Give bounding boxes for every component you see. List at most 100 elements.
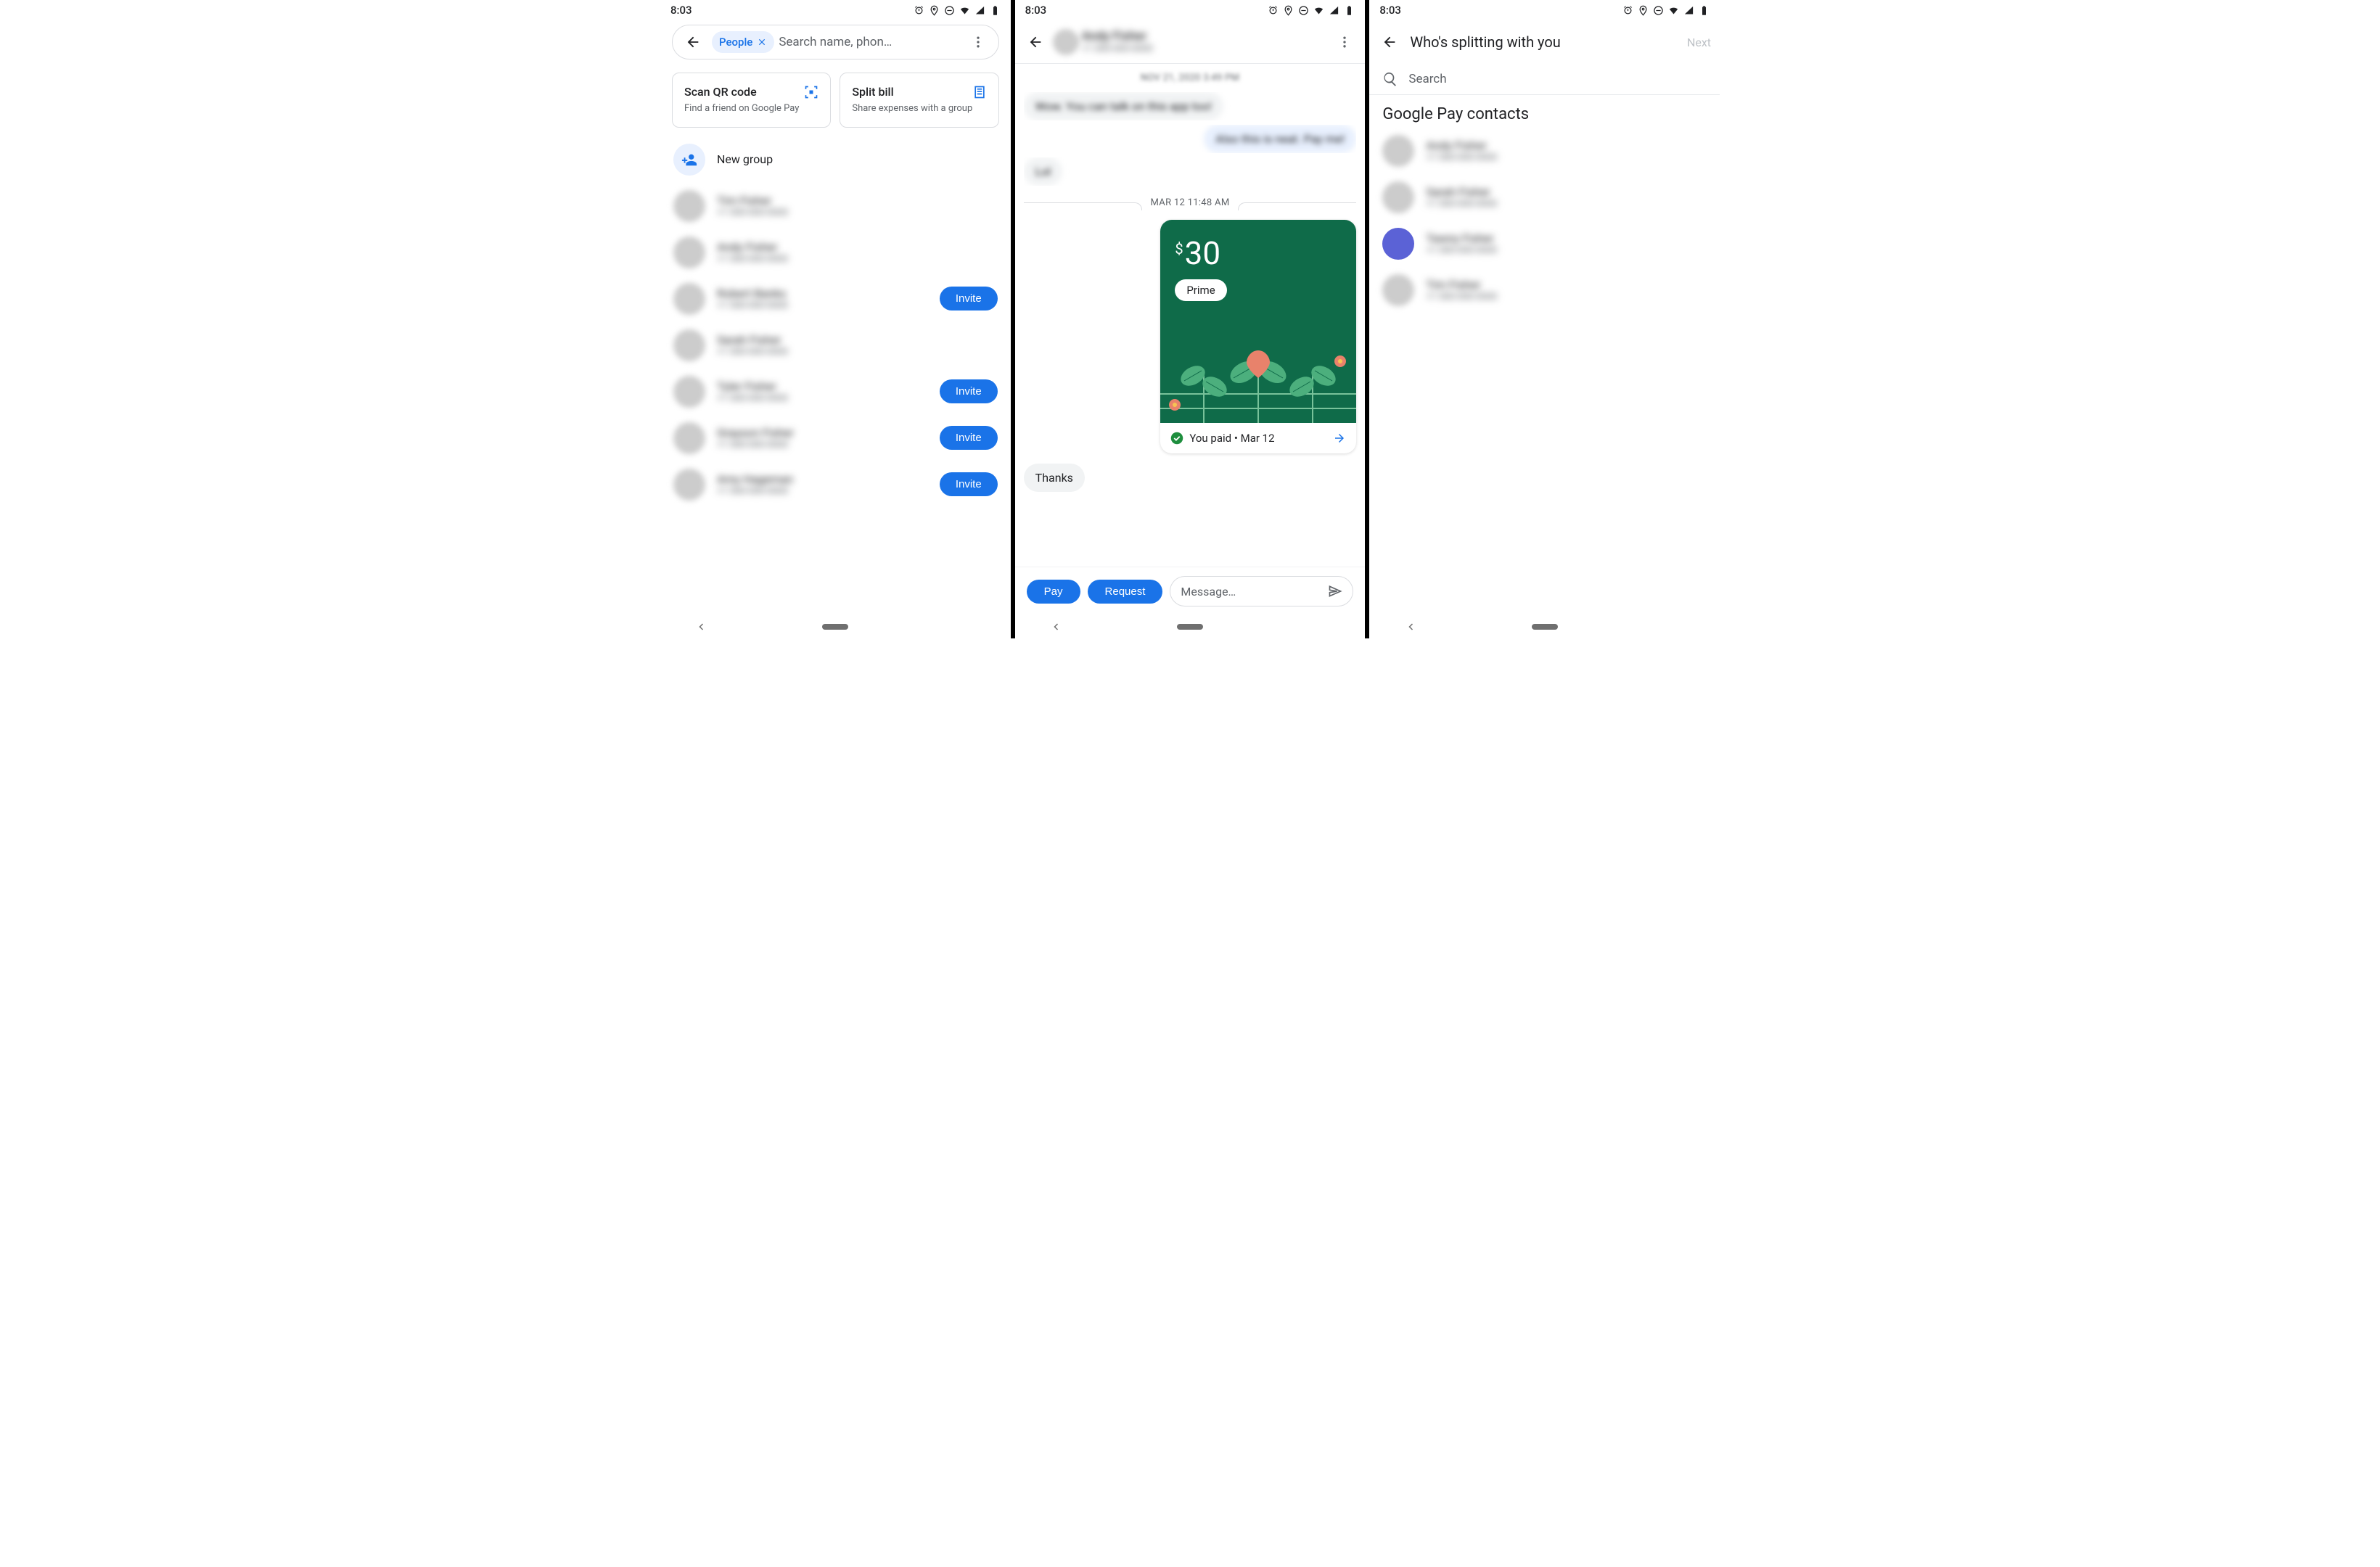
contact-name: Amy Hageman xyxy=(717,472,928,486)
garden-illustration xyxy=(1160,321,1356,423)
location-icon xyxy=(1283,5,1294,16)
close-icon[interactable] xyxy=(757,37,767,47)
contact-name: Andy Fisher xyxy=(1426,139,1707,152)
message-input[interactable]: Message… xyxy=(1170,576,1353,606)
contact-sub: +1 000-000-0000 xyxy=(717,300,928,311)
check-circle-icon xyxy=(1170,432,1183,445)
alarm-icon xyxy=(914,5,924,16)
contact-avatar xyxy=(673,283,705,315)
overflow-button[interactable] xyxy=(964,28,993,57)
next-button[interactable]: Next xyxy=(1687,36,1711,49)
contact-avatar xyxy=(673,422,705,454)
incoming-message[interactable]: Wow. You can talk on this app too! xyxy=(1024,92,1223,120)
request-button[interactable]: Request xyxy=(1088,580,1163,604)
invite-button[interactable]: Invite xyxy=(940,287,998,310)
people-chip[interactable]: People xyxy=(712,31,774,53)
contact-avatar xyxy=(673,237,705,268)
contact-sub: +1 000-000-0000 xyxy=(1426,292,1707,303)
cell-icon xyxy=(1683,5,1694,16)
back-button[interactable] xyxy=(678,28,707,57)
dnd-icon xyxy=(1298,5,1309,16)
status-time: 8:03 xyxy=(1025,4,1047,17)
back-button[interactable] xyxy=(1378,28,1401,57)
android-nav-bar xyxy=(1015,615,1366,638)
nav-home-pill[interactable] xyxy=(822,624,848,630)
chat-app-bar: Andy Fisher +1 000-000-0000 xyxy=(1015,20,1366,64)
nav-home-pill[interactable] xyxy=(1532,624,1558,630)
android-nav-bar xyxy=(660,615,1011,638)
cell-icon xyxy=(1329,5,1339,16)
scan-qr-card[interactable]: Scan QR code Find a friend on Google Pay xyxy=(672,73,831,128)
nav-back-icon[interactable] xyxy=(697,622,706,631)
battery-icon xyxy=(990,5,1001,16)
battery-icon xyxy=(1699,5,1710,16)
payment-status-text: You paid • Mar 12 xyxy=(1189,432,1274,445)
receipt-icon xyxy=(972,85,987,99)
contact-avatar xyxy=(1382,135,1414,167)
add-group-icon xyxy=(681,152,697,168)
status-time: 8:03 xyxy=(670,4,692,17)
payment-card[interactable]: $30 Prime xyxy=(1160,220,1356,453)
contact-sub: +1 000-000-0000 xyxy=(1426,152,1707,163)
chat-prev-date: NOV 21, 2020 3:49 PM xyxy=(1024,73,1357,83)
nav-home-pill[interactable] xyxy=(1177,624,1203,630)
contact-sub: +1 000-000-0000 xyxy=(717,207,998,218)
gp-contact-row[interactable]: Tim Fisher+1 000-000-0000 xyxy=(1369,267,1720,313)
invite-button[interactable]: Invite xyxy=(940,472,998,496)
split-bill-card[interactable]: Split bill Share expenses with a group xyxy=(840,73,998,128)
location-icon xyxy=(1638,5,1649,16)
android-nav-bar xyxy=(1369,615,1720,638)
contact-name: Sarah Fisher xyxy=(1426,185,1707,199)
contact-avatar[interactable] xyxy=(1053,29,1079,55)
contact-avatar xyxy=(673,469,705,501)
gp-contact-row[interactable]: Sarah Fisher+1 000-000-0000 xyxy=(1369,174,1720,221)
wifi-icon xyxy=(1668,5,1679,16)
gp-contact-row[interactable]: Tawny Fisher+1 000-000-0000 xyxy=(1369,221,1720,267)
incoming-message[interactable]: Lol xyxy=(1024,157,1063,186)
contact-avatar xyxy=(673,376,705,408)
alarm-icon xyxy=(1268,5,1279,16)
contact-row[interactable]: Sarah Fisher+1 000-000-0000 xyxy=(660,322,1011,369)
contact-sub: +1 000-000-0000 xyxy=(1082,44,1328,54)
suggestion-chip[interactable]: Thanks xyxy=(1024,464,1085,492)
dnd-icon xyxy=(944,5,955,16)
contact-row[interactable]: Tyler Fisher+1 000-000-0000 Invite xyxy=(660,369,1011,415)
contact-name: Tyler Fisher xyxy=(717,379,928,393)
pay-button[interactable]: Pay xyxy=(1027,580,1080,604)
nav-back-icon[interactable] xyxy=(1407,622,1416,631)
contact-row[interactable]: Andy Fisher+1 000-000-0000 xyxy=(660,229,1011,276)
contact-avatar xyxy=(1382,181,1414,213)
invite-button[interactable]: Invite xyxy=(940,426,998,450)
dnd-icon xyxy=(1653,5,1664,16)
screen-chat: 8:03 Andy Fisher +1 000-000-0000 xyxy=(1013,0,1368,638)
invite-button[interactable]: Invite xyxy=(940,379,998,403)
search-row[interactable]: Search xyxy=(1369,64,1720,95)
screen-split: 8:03 Who's splitting with you Next Searc… xyxy=(1367,0,1720,638)
nav-back-icon[interactable] xyxy=(1052,622,1061,631)
back-button[interactable] xyxy=(1021,28,1050,57)
contact-sub: +1 000-000-0000 xyxy=(717,393,928,404)
contact-row[interactable]: Robert Banks+1 000-000-0000 Invite xyxy=(660,276,1011,322)
overflow-button[interactable] xyxy=(1330,28,1359,57)
contact-sub: +1 000-000-0000 xyxy=(1426,199,1707,210)
scan-qr-title: Scan QR code xyxy=(684,85,818,99)
contact-row[interactable]: Grayson Fisher+1 000-000-0000Invite xyxy=(660,415,1011,461)
qr-icon xyxy=(804,85,818,99)
alarm-icon xyxy=(1622,5,1633,16)
search-bar[interactable]: People Search name, phon… xyxy=(672,25,999,59)
location-icon xyxy=(929,5,940,16)
wifi-icon xyxy=(1313,5,1324,16)
chat-date: MAR 12 11:48 AM xyxy=(1151,197,1230,208)
contact-row[interactable]: Amy Hageman+1 000-000-0000Invite xyxy=(660,461,1011,508)
contact-row[interactable]: Tim Fisher+1 000-000-0000 xyxy=(660,183,1011,229)
new-group-label: New group xyxy=(717,152,998,166)
send-icon[interactable] xyxy=(1328,584,1342,599)
outgoing-message[interactable]: Also this is neat. Pay me! xyxy=(1204,125,1356,153)
new-group-row[interactable]: New group xyxy=(660,136,1011,183)
gp-contact-row[interactable]: Andy Fisher+1 000-000-0000 xyxy=(1369,128,1720,174)
split-title: Who's splitting with you xyxy=(1410,33,1678,51)
scan-qr-sub: Find a friend on Google Pay xyxy=(684,103,818,115)
contact-name: Robert Banks xyxy=(717,287,928,300)
gp-contacts-header: Google Pay contacts xyxy=(1369,95,1720,128)
contact-name: Tim Fisher xyxy=(717,194,998,207)
